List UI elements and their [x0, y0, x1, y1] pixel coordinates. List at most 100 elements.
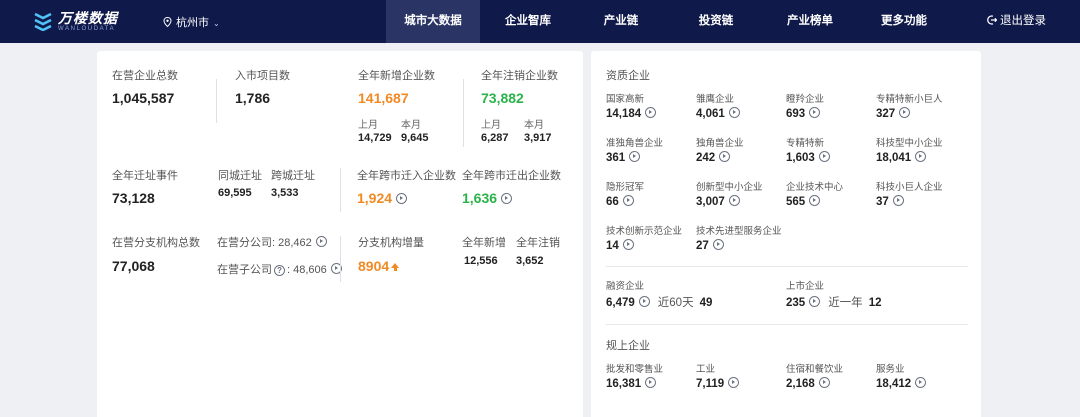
info-icon[interactable] [638, 296, 650, 307]
info-icon[interactable] [719, 151, 731, 162]
cancel-year-label: 全年注销企业数 [481, 70, 558, 82]
listed-value: 235 [786, 297, 806, 309]
info-icon[interactable] [915, 377, 927, 388]
scale-label: 工业 [696, 364, 716, 375]
scale-label: 批发和零售业 [606, 364, 664, 375]
info-icon[interactable] [629, 151, 641, 162]
info-icon[interactable] [809, 107, 821, 118]
nav-industry-ranking[interactable]: 产业榜单 [766, 0, 854, 43]
branch-cancel-label: 全年注销 [516, 237, 560, 249]
qualification-value-item[interactable]: 327 [876, 107, 911, 120]
info-icon[interactable] [899, 107, 911, 118]
nav-city-big-data[interactable]: 城市大数据 [386, 0, 480, 43]
info-icon[interactable] [728, 195, 740, 206]
listed-item[interactable]: 235 近一年 12 [786, 294, 881, 310]
question-icon[interactable]: ? [274, 265, 285, 276]
info-icon[interactable] [501, 193, 513, 204]
qualification-value-item[interactable]: 18,041 [876, 151, 927, 164]
info-icon[interactable] [645, 107, 657, 118]
qualification-value-item[interactable]: 14,184 [606, 107, 657, 120]
info-icon[interactable] [645, 377, 657, 388]
scale-value-item[interactable]: 2,168 [786, 377, 830, 390]
qualification-value-item[interactable]: 37 [876, 195, 904, 208]
financing-item[interactable]: 6,479 近60天 49 [606, 294, 712, 310]
qualification-label: 准独角兽企业 [606, 138, 664, 149]
new-last-month-value: 14,729 [358, 132, 392, 144]
qualification-label: 技术创新示范企业 [606, 226, 683, 237]
branches-value: 77,068 [112, 258, 155, 274]
info-icon[interactable] [728, 377, 740, 388]
city-label: 杭州市 [176, 17, 209, 29]
qualification-value-item[interactable]: 14 [606, 239, 634, 252]
nav-more-features[interactable]: 更多功能 [854, 0, 954, 43]
divider [606, 266, 968, 267]
qualification-value-item[interactable]: 361 [606, 151, 641, 164]
listed-label: 上市企业 [786, 281, 825, 292]
info-icon[interactable] [622, 239, 634, 250]
qualification-title: 资质企业 [606, 70, 650, 82]
qualification-label: 瞪羚企业 [786, 94, 825, 105]
same-city-relocate-value: 69,595 [218, 187, 252, 199]
logout-button[interactable]: 退出登录 [987, 0, 1046, 43]
logout-label: 退出登录 [1000, 15, 1046, 27]
qualification-value: 37 [876, 196, 889, 208]
qualification-value-item[interactable]: 27 [696, 239, 724, 252]
scale-value-item[interactable]: 7,119 [696, 377, 740, 390]
qualification-value-item[interactable]: 3,007 [696, 195, 740, 208]
cross-out-value[interactable]: 1,636 [462, 190, 513, 206]
qualification-value-item[interactable]: 66 [606, 195, 634, 208]
cross-out-label: 全年跨市迁出企业数 [462, 170, 561, 182]
cross-in-value[interactable]: 1,924 [357, 190, 408, 206]
branch-company-item[interactable]: 在营分公司: 28,462 [217, 234, 327, 250]
listed-recent-label: 近一年 [828, 297, 863, 309]
scale-value: 7,119 [696, 378, 725, 390]
cross-in-label: 全年跨市迁入企业数 [357, 170, 456, 182]
info-icon[interactable] [915, 151, 927, 162]
scale-value-item[interactable]: 18,412 [876, 377, 927, 390]
info-icon[interactable] [712, 239, 724, 250]
qualification-value: 14 [606, 240, 619, 252]
info-icon[interactable] [396, 193, 408, 204]
cross-in-number: 1,924 [357, 190, 393, 206]
info-icon[interactable] [818, 151, 830, 162]
enterprise-categories-panel: 资质企业 国家高新 14,184 雏鹰企业 4,061 瞪羚企业 693 专精特新小巨人 32… [591, 51, 981, 417]
branch-new-label: 全年新增 [462, 237, 506, 249]
qualification-label: 技术先进型服务企业 [696, 226, 782, 237]
scale-label: 住宿和餐饮业 [786, 364, 844, 375]
city-selector[interactable]: 杭州市 ⌄ [163, 14, 220, 30]
qualification-value: 4,061 [696, 108, 725, 120]
branch-new-value: 12,556 [464, 255, 498, 267]
scale-title: 规上企业 [606, 340, 650, 352]
qualification-value-item[interactable]: 693 [786, 107, 821, 120]
info-icon[interactable] [809, 195, 821, 206]
location-pin-icon [163, 17, 172, 27]
financing-label: 融资企业 [606, 281, 645, 292]
nav-enterprise-think-tank[interactable]: 企业智库 [480, 0, 576, 43]
projects-value: 1,786 [235, 90, 271, 106]
qualification-label: 独角兽企业 [696, 138, 744, 149]
same-city-relocate-label: 同城迁址 [218, 170, 262, 182]
info-icon[interactable] [622, 195, 634, 206]
divider [340, 236, 341, 282]
qualification-value-item[interactable]: 242 [696, 151, 731, 164]
info-icon[interactable] [315, 236, 327, 247]
qualification-value: 66 [606, 196, 619, 208]
info-icon[interactable] [728, 107, 740, 118]
info-icon[interactable] [809, 296, 821, 307]
nav-investment-chain[interactable]: 投资链 [666, 0, 766, 43]
info-icon[interactable] [818, 377, 830, 388]
qualification-label: 专精特新小巨人 [876, 94, 943, 105]
logout-icon [987, 15, 998, 25]
qualification-label: 企业技术中心 [786, 182, 844, 193]
qualification-value-item[interactable]: 565 [786, 195, 821, 208]
qualification-label: 科技型中小企业 [876, 138, 943, 149]
qualification-value: 327 [876, 108, 896, 120]
info-icon[interactable] [892, 195, 904, 206]
city-stats-panel: 在营企业总数 1,045,587 入市项目数 1,786 全年新增企业数 141… [97, 51, 583, 417]
nav-industry-chain[interactable]: 产业链 [576, 0, 666, 43]
qualification-value-item[interactable]: 1,603 [786, 151, 830, 164]
subsidiary-item[interactable]: 在营子公司?: 48,606 [217, 261, 342, 277]
qualification-value-item[interactable]: 4,061 [696, 107, 740, 120]
scale-value-item[interactable]: 16,381 [606, 377, 657, 390]
qualification-value: 27 [696, 240, 709, 252]
